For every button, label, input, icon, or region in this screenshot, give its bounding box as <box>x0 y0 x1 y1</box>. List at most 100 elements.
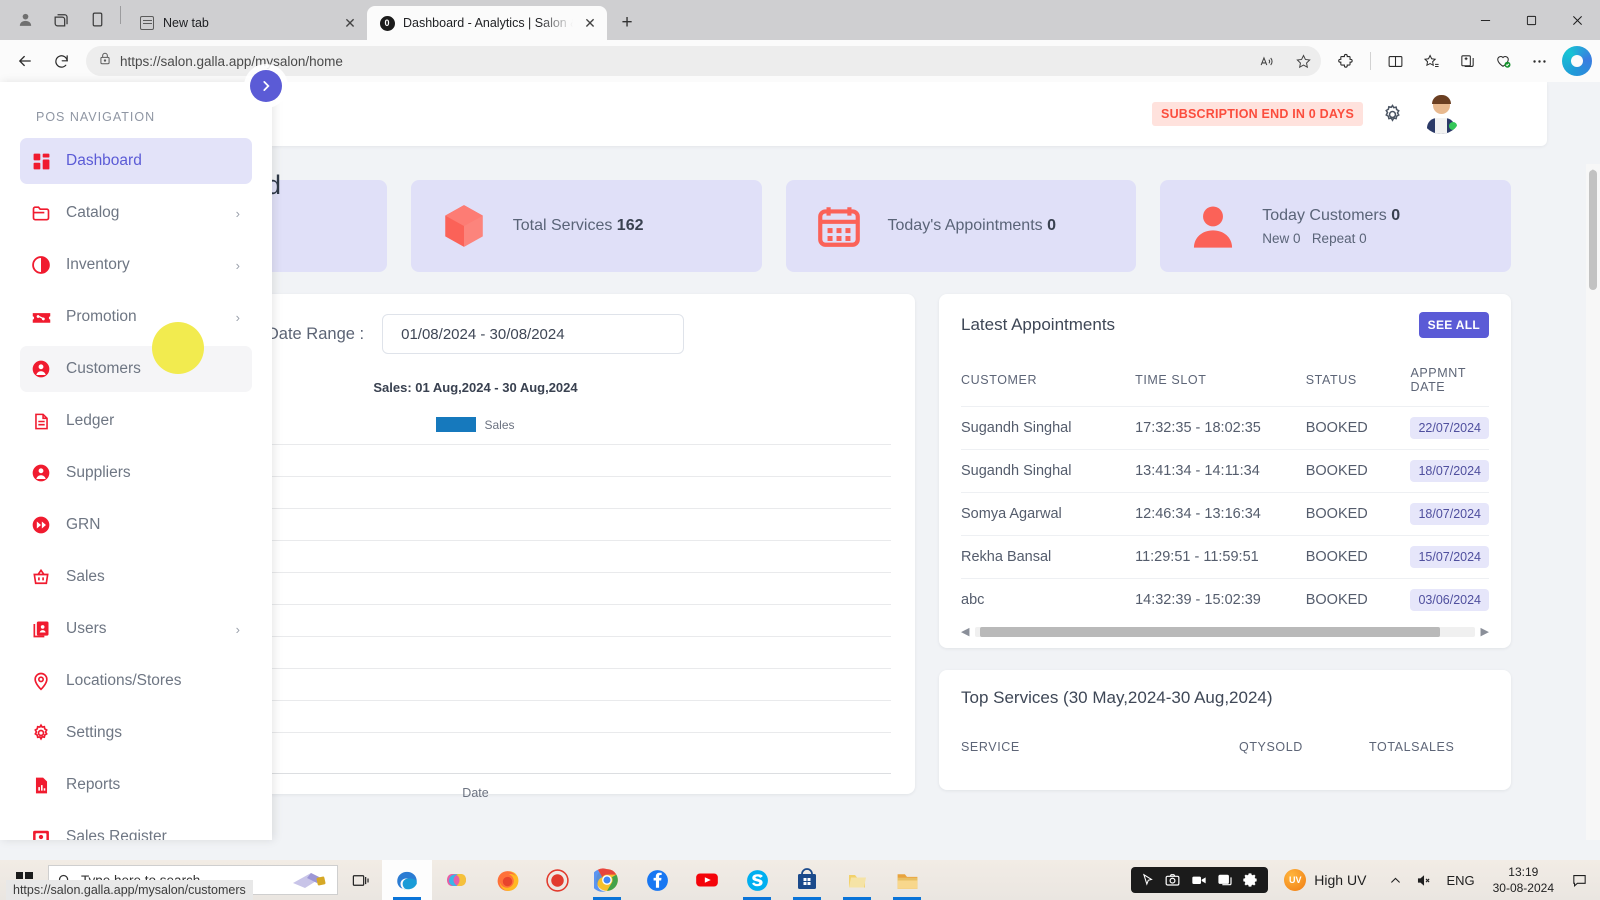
favorite-star-icon[interactable] <box>1289 48 1317 74</box>
taskbar-app-screen-recorder[interactable] <box>532 860 582 900</box>
notification-center-icon[interactable] <box>1564 865 1594 895</box>
extensions-icon[interactable] <box>1329 45 1363 77</box>
appointments-horizontal-scrollbar[interactable]: ◀ ▶ <box>961 625 1489 638</box>
taskbar-app-file-explorer[interactable] <box>882 860 932 900</box>
settings-and-more-icon[interactable] <box>1522 45 1556 77</box>
sidebar-collapse-toggle[interactable] <box>250 70 282 102</box>
taskbar-app-folder-yellow[interactable] <box>832 860 882 900</box>
sidebar-item-catalog[interactable]: Catalog › <box>20 190 252 236</box>
column-header-time-slot[interactable]: TIME SLOT <box>1135 356 1306 407</box>
maximize-button[interactable] <box>1508 0 1554 40</box>
minimize-button[interactable] <box>1462 0 1508 40</box>
browser-window: New tab ✕ 0 Dashboard - Analytics | Salo… <box>0 0 1600 900</box>
cell-time-slot: 17:32:35 - 18:02:35 <box>1135 406 1306 450</box>
column-header-appmnt-date[interactable]: APPMNT DATE <box>1410 356 1489 407</box>
chevron-right-icon: › <box>235 621 240 637</box>
titlebar-divider <box>120 6 121 24</box>
table-row[interactable]: Sugandh Singhal 17:32:35 - 18:02:35 BOOK… <box>961 406 1489 450</box>
pointer-icon[interactable] <box>1141 873 1155 887</box>
sidebar-item-inventory[interactable]: Inventory › <box>20 242 252 288</box>
sidebar-item-customers[interactable]: Customers <box>20 346 252 392</box>
gear-icon[interactable] <box>1242 872 1258 888</box>
add-to-favorites-icon[interactable] <box>1450 45 1484 77</box>
table-row[interactable]: Sugandh Singhal 13:41:34 - 14:11:34 BOOK… <box>961 449 1489 493</box>
sidebar-item-ledger[interactable]: Ledger <box>20 398 252 444</box>
back-button[interactable] <box>8 45 42 77</box>
tab-close-icon[interactable]: ✕ <box>581 14 599 32</box>
date-range-input[interactable]: 01/08/2024 - 30/08/2024 <box>382 314 685 354</box>
split-screen-icon[interactable] <box>80 3 114 35</box>
column-header-totalsales[interactable]: TOTALSALES <box>1369 740 1489 754</box>
browser-tab-1[interactable]: 0 Dashboard - Analytics | Salon & S ✕ <box>367 6 607 40</box>
collections-icon[interactable] <box>1414 45 1448 77</box>
table-row[interactable]: abc 14:32:39 - 15:02:39 BOOKED 03/06/202… <box>961 578 1489 621</box>
sidebar-item-grn[interactable]: GRN <box>20 502 252 548</box>
stat-subline: New 0 Repeat 0 <box>1262 231 1400 246</box>
column-header-service[interactable]: SERVICE <box>961 740 1239 754</box>
screen-capture-toolbar[interactable] <box>1131 867 1269 893</box>
box-icon <box>437 199 491 253</box>
scrollbar-thumb[interactable] <box>980 626 1440 637</box>
new-tab-button[interactable]: + <box>613 9 641 37</box>
taskbar-app-chrome[interactable] <box>582 860 632 900</box>
browser-essentials-icon[interactable] <box>1486 45 1520 77</box>
workspaces-icon[interactable] <box>44 3 78 35</box>
taskbar-app-edge[interactable] <box>382 860 432 900</box>
legend-swatch-sales <box>436 417 477 432</box>
sidebar-item-sales-register[interactable]: Sales Register <box>20 814 252 840</box>
camera-icon[interactable] <box>1164 872 1181 888</box>
weather-widget[interactable]: UV High UV <box>1284 869 1366 891</box>
taskbar-app-skype[interactable] <box>732 860 782 900</box>
sidebar-item-reports[interactable]: Reports <box>20 762 252 808</box>
column-header-qtysold[interactable]: QTYSOLD <box>1239 740 1369 754</box>
sidebar-item-dashboard[interactable]: Dashboard <box>20 138 252 184</box>
video-camera-icon[interactable] <box>1190 872 1208 888</box>
cell-customer: Sugandh Singhal <box>961 406 1136 450</box>
volume-muted-icon[interactable] <box>1410 865 1436 895</box>
sidebar-item-promotion[interactable]: Promotion › <box>20 294 252 340</box>
gear-icon[interactable] <box>1379 101 1405 127</box>
taskbar-clock[interactable]: 13:19 30-08-2024 <box>1485 864 1562 896</box>
taskbar-app-copilot[interactable] <box>432 860 482 900</box>
subscription-status-badge[interactable]: SUBSCRIPTION END IN 0 DAYS <box>1152 102 1363 126</box>
sidebar-item-settings[interactable]: Settings <box>20 710 252 756</box>
scrollbar-track[interactable] <box>975 626 1475 637</box>
split-screen-toolbar-icon[interactable] <box>1378 45 1412 77</box>
stat-card-total-services[interactable]: Total Services 162 <box>410 180 762 272</box>
sidebar-item-locations-stores[interactable]: Locations/Stores <box>20 658 252 704</box>
reload-button[interactable] <box>44 45 78 77</box>
read-aloud-icon[interactable] <box>1253 48 1281 74</box>
sidebar-item-suppliers[interactable]: Suppliers <box>20 450 252 496</box>
scroll-left-icon[interactable]: ◀ <box>961 625 969 638</box>
taskbar-app-facebook[interactable] <box>632 860 682 900</box>
scroll-right-icon[interactable]: ▶ <box>1481 625 1489 638</box>
task-view-button[interactable] <box>338 860 382 900</box>
table-row[interactable]: Rekha Bansal 11:29:51 - 11:59:51 BOOKED … <box>961 535 1489 579</box>
window-capture-icon[interactable] <box>1217 872 1233 888</box>
grid-icon <box>30 150 52 172</box>
copilot-icon[interactable] <box>1562 46 1592 76</box>
cell-time-slot: 12:46:34 - 13:16:34 <box>1135 492 1306 536</box>
document-icon <box>30 410 52 432</box>
sidebar-item-sales[interactable]: Sales <box>20 554 252 600</box>
stat-card-todays-appointments[interactable]: Today's Appointments 0 <box>785 180 1137 272</box>
taskbar-app-microsoft-store[interactable] <box>782 860 832 900</box>
page-scrollbar[interactable]: ▲ ▼ <box>1586 164 1600 840</box>
table-row[interactable]: Somya Agarwal 12:46:34 - 13:16:34 BOOKED… <box>961 492 1489 536</box>
date-range-label: Date Range : <box>266 324 365 343</box>
taskbar-app-firefox[interactable] <box>482 860 532 900</box>
close-window-button[interactable] <box>1554 0 1600 40</box>
page-scrollbar-thumb[interactable] <box>1589 170 1597 290</box>
column-header-status[interactable]: STATUS <box>1306 356 1411 407</box>
tab-close-icon[interactable]: ✕ <box>341 14 359 32</box>
column-header-customer[interactable]: CUSTOMER <box>961 356 1135 407</box>
show-hidden-icons-chevron[interactable] <box>1382 865 1408 895</box>
language-indicator[interactable]: ENG <box>1438 873 1482 888</box>
stat-card-today-customers[interactable]: Today Customers 0 New 0 Repeat 0 <box>1160 180 1511 272</box>
see-all-button[interactable]: SEE ALL <box>1418 312 1489 338</box>
sidebar-item-users[interactable]: Users › <box>20 606 252 652</box>
profile-avatar-icon[interactable] <box>8 3 42 35</box>
user-avatar[interactable] <box>1421 94 1461 134</box>
taskbar-app-youtube[interactable] <box>682 860 732 900</box>
browser-tab-0[interactable]: New tab ✕ <box>127 6 367 40</box>
